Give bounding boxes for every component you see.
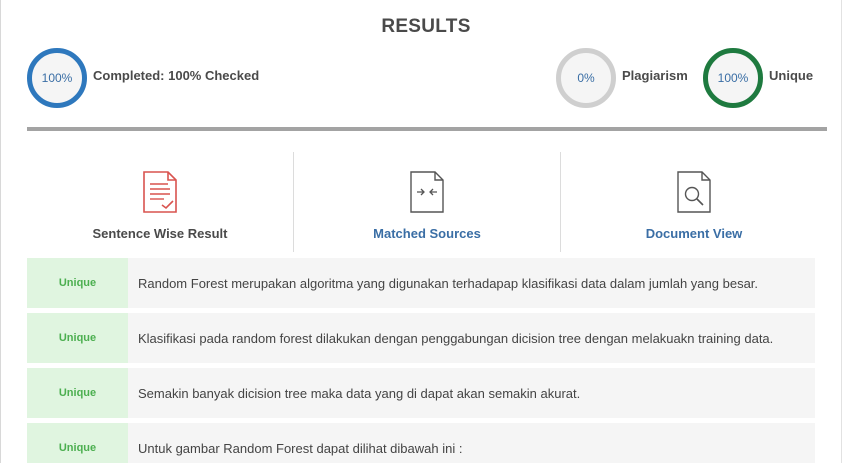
completed-stat: 100% Completed: 100% Checked	[27, 48, 259, 108]
tab-label: Document View	[645, 226, 743, 241]
status-badge: Unique	[27, 368, 128, 418]
tab-matched-sources[interactable]: Matched Sources	[293, 152, 560, 252]
sentence-results-list: Unique Random Forest merupakan algoritma…	[27, 258, 815, 463]
section-divider	[27, 127, 827, 131]
plagiarism-label: Plagiarism	[622, 67, 688, 83]
sentence-text: Semakin banyak dicision tree maka data y…	[138, 385, 581, 401]
sentence-text: Klasifikasi pada random forest dilakukan…	[138, 330, 774, 346]
completed-label: Completed: 100% Checked	[93, 67, 260, 83]
page-title: RESULTS	[381, 16, 471, 37]
unique-progress-ring: 100%	[703, 48, 763, 108]
plagiarism-stat: 0% Plagiarism	[556, 48, 688, 108]
result-view-tabs: Sentence Wise Result Matched Sources Doc…	[27, 152, 827, 252]
status-badge: Unique	[27, 258, 128, 308]
sentence-row[interactable]: Unique Random Forest merupakan algoritma…	[27, 258, 815, 308]
tab-document-view[interactable]: Document View	[560, 152, 827, 252]
sentence-row[interactable]: Unique Semakin banyak dicision tree maka…	[27, 368, 815, 418]
tab-label: Sentence Wise Result	[92, 226, 228, 241]
sentence-row[interactable]: Unique Untuk gambar Random Forest dapat …	[27, 423, 815, 463]
status-badge: Unique	[27, 313, 128, 363]
sentence-text: Random Forest merupakan algoritma yang d…	[138, 275, 759, 291]
plagiarism-progress-ring: 0%	[556, 48, 616, 108]
tab-label: Matched Sources	[373, 226, 481, 241]
sentence-report-icon	[143, 171, 177, 213]
compare-file-icon	[410, 171, 444, 213]
results-panel: RESULTS 100% Completed: 100% Checked 0% …	[0, 0, 854, 463]
sentence-text: Untuk gambar Random Forest dapat dilihat…	[138, 440, 463, 456]
unique-stat: 100% Unique	[703, 48, 813, 108]
tab-sentence-wise-result[interactable]: Sentence Wise Result	[27, 152, 293, 252]
sentence-row[interactable]: Unique Klasifikasi pada random forest di…	[27, 313, 815, 363]
unique-label: Unique	[769, 67, 814, 83]
completed-progress-ring: 100%	[27, 48, 87, 108]
status-badge: Unique	[27, 423, 128, 463]
document-search-icon	[677, 171, 711, 213]
